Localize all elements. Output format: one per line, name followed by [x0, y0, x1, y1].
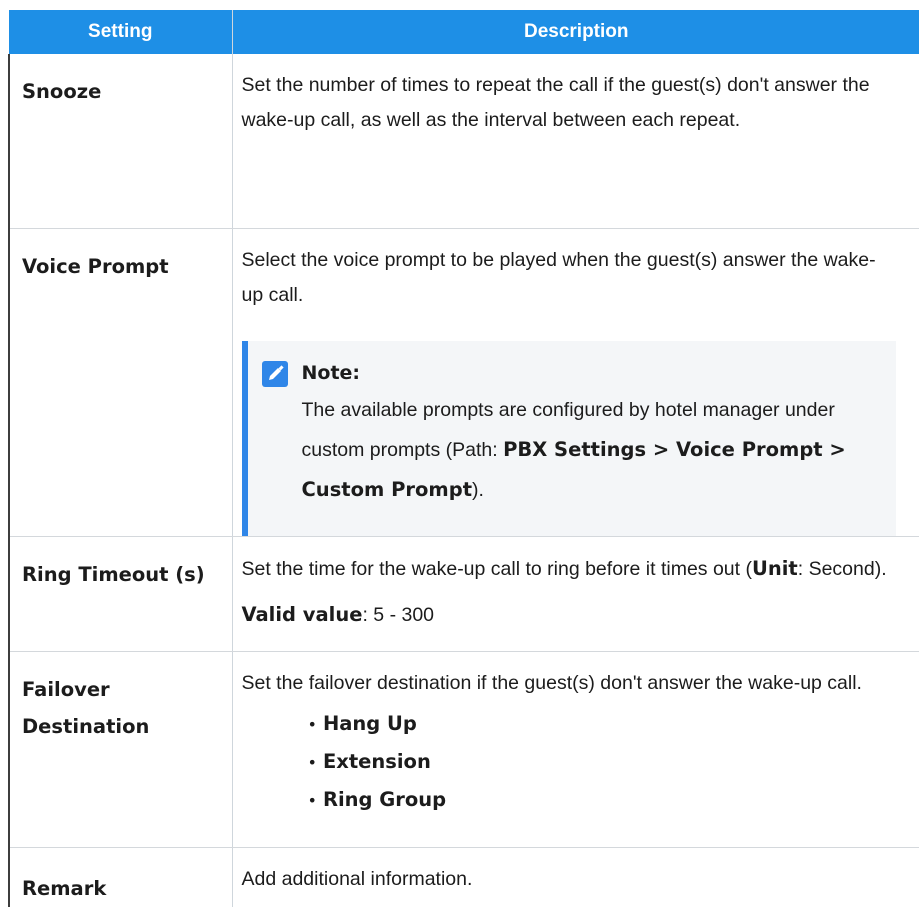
header-description: Description	[232, 10, 919, 54]
option-label: Hang Up	[322, 711, 417, 735]
option-label: Ring Group	[322, 787, 447, 811]
valid-value-text: Valid value: 5 - 300	[242, 597, 897, 633]
note-body: Note: The available prompts are configur…	[302, 355, 881, 510]
setting-name: Voice Prompt	[8, 228, 233, 537]
description-text: Set the failover destination if the gues…	[241, 671, 862, 694]
unit-value: : Second).	[797, 557, 887, 580]
description-text: Add additional information.	[241, 867, 473, 890]
bullet-icon: •	[307, 790, 317, 810]
setting-description: Set the number of times to repeat the ca…	[232, 54, 919, 229]
table-row-remark: Remark Add additional information.	[8, 847, 919, 907]
list-item: • Extension	[308, 743, 897, 781]
setting-name: Snooze	[8, 54, 233, 229]
list-item: • Ring Group	[308, 781, 897, 819]
header-setting: Setting	[9, 10, 233, 54]
edit-note-icon	[261, 360, 288, 387]
header-row: Setting Description	[9, 10, 919, 54]
table-row-snooze: Snooze Set the number of times to repeat…	[8, 54, 919, 229]
valid-value-label: Valid value	[241, 602, 363, 626]
note-box: Note: The available prompts are configur…	[241, 340, 896, 536]
setting-name: Remark	[8, 847, 233, 907]
setting-description: Set the failover destination if the gues…	[232, 651, 919, 848]
valid-value-range: : 5 - 300	[362, 603, 435, 626]
description-text: Set the number of times to repeat the ca…	[241, 74, 870, 131]
list-item: • Hang Up	[308, 705, 897, 743]
description-text: Set the time for the wake-up call to rin…	[242, 551, 897, 587]
description-text: Select the voice prompt to be played whe…	[241, 248, 876, 306]
description-start: Set the time for the wake-up call to rin…	[241, 557, 753, 580]
setting-name: Ring Timeout (s)	[8, 536, 233, 652]
settings-table: Setting Description Snooze Set the numbe…	[8, 10, 919, 907]
note-text-end: ).	[472, 478, 484, 501]
note-title: Note:	[301, 361, 361, 384]
setting-description: Set the time for the wake-up call to rin…	[232, 536, 919, 652]
table-row-voice-prompt: Voice Prompt Select the voice prompt to …	[8, 228, 919, 537]
unit-label: Unit	[752, 556, 798, 580]
destination-options-list: • Hang Up • Extension • Ring Group	[242, 705, 897, 819]
bullet-icon: •	[307, 714, 317, 734]
setting-name: Failover Destination	[8, 651, 233, 848]
setting-description: Select the voice prompt to be played whe…	[232, 228, 919, 537]
option-label: Extension	[322, 749, 431, 773]
table-row-ring-timeout: Ring Timeout (s) Set the time for the wa…	[8, 536, 919, 652]
table-row-failover-destination: Failover Destination Set the failover de…	[8, 651, 919, 848]
setting-description: Add additional information.	[232, 847, 919, 907]
note-text: The available prompts are configured by …	[302, 391, 881, 510]
bullet-icon: •	[307, 752, 317, 772]
